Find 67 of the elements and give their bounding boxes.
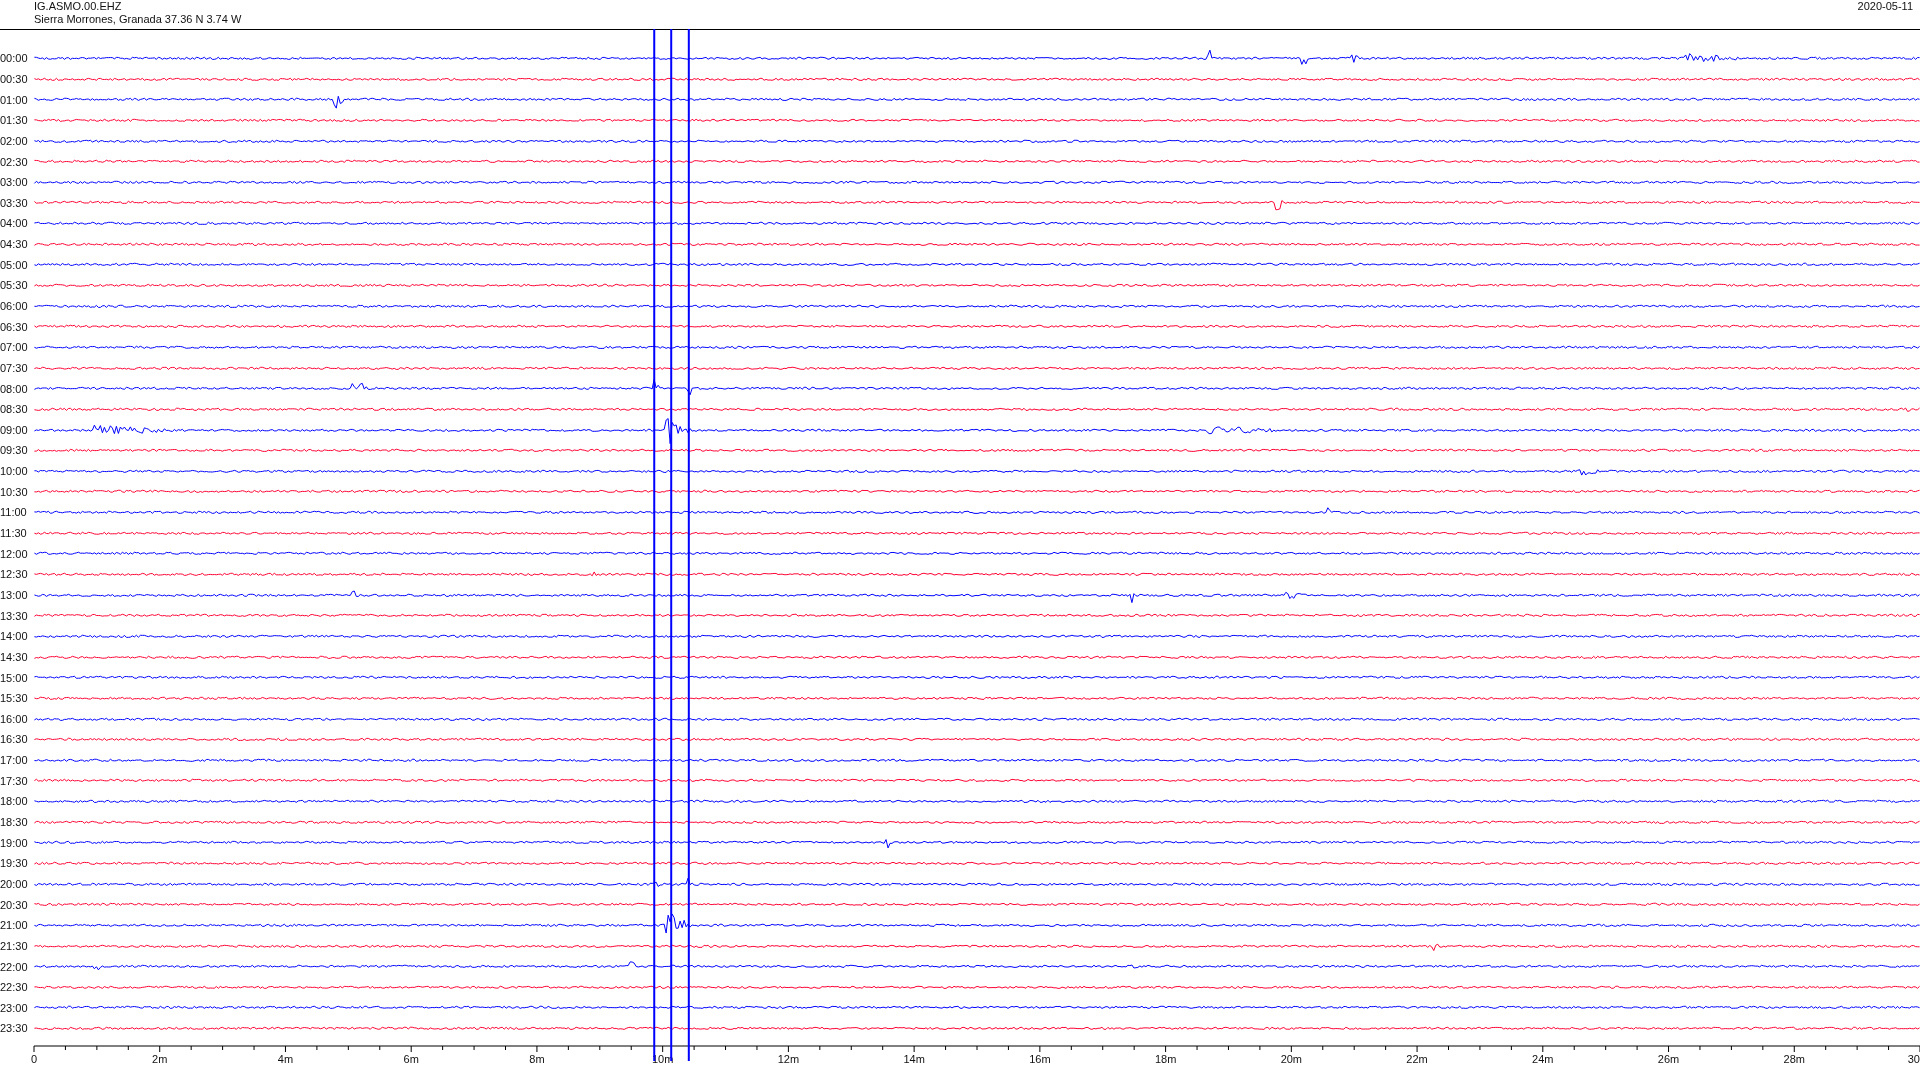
time-label: 17:00 bbox=[0, 754, 29, 767]
time-label: 07:00 bbox=[0, 341, 29, 354]
time-label: 14:30 bbox=[0, 650, 29, 663]
time-label: 16:00 bbox=[0, 712, 29, 725]
time-label: 19:00 bbox=[0, 836, 29, 849]
time-label: 03:00 bbox=[0, 176, 29, 189]
axis-label: 16m bbox=[1029, 1052, 1051, 1065]
time-label: 12:00 bbox=[0, 547, 29, 560]
time-label: 15:30 bbox=[0, 692, 29, 705]
time-label: 14:00 bbox=[0, 630, 29, 643]
axis-label: 8m bbox=[529, 1052, 545, 1065]
time-label: 22:00 bbox=[0, 960, 29, 973]
time-label: 22:30 bbox=[0, 981, 29, 994]
channel-name: IG.ASMO.00.EHZ bbox=[34, 0, 123, 13]
station-location: Sierra Morrones, Granada 37.36 N 3.74 W bbox=[34, 13, 242, 26]
axis-label: 0 bbox=[30, 1052, 38, 1065]
axis-label: 6m bbox=[403, 1052, 419, 1065]
axis-label: 18m bbox=[1154, 1052, 1177, 1065]
time-label: 04:00 bbox=[0, 217, 29, 230]
axis-label: 20m bbox=[1280, 1052, 1303, 1065]
axis-label: 2m bbox=[152, 1052, 168, 1065]
axis-label: 12m bbox=[777, 1052, 800, 1065]
time-label: 00:00 bbox=[0, 52, 29, 65]
time-label: 05:00 bbox=[0, 258, 29, 271]
axis-label: 26m bbox=[1657, 1052, 1680, 1065]
time-label: 15:00 bbox=[0, 671, 29, 684]
record-date: 2020-05-11 bbox=[1857, 0, 1913, 14]
time-label: 08:00 bbox=[0, 382, 29, 395]
time-label: 09:00 bbox=[0, 423, 29, 436]
time-label: 19:30 bbox=[0, 857, 29, 870]
time-label: 11:00 bbox=[0, 506, 28, 519]
time-label: 20:00 bbox=[0, 877, 29, 890]
axis-label: 28m bbox=[1783, 1052, 1805, 1065]
time-label: 02:30 bbox=[0, 155, 29, 168]
time-label: 00:30 bbox=[0, 72, 29, 85]
axis-label: 30 bbox=[1907, 1052, 1920, 1065]
time-label: 06:30 bbox=[0, 320, 29, 333]
time-label: 07:30 bbox=[0, 361, 29, 374]
time-label: 03:30 bbox=[0, 196, 29, 209]
time-label: 18:00 bbox=[0, 795, 29, 808]
axis-label: 4m bbox=[277, 1052, 294, 1065]
axis-label: 24m bbox=[1532, 1052, 1554, 1065]
time-label: 04:30 bbox=[0, 238, 29, 251]
time-label: 09:30 bbox=[0, 444, 29, 457]
axis-label: 10m bbox=[651, 1052, 674, 1065]
time-label: 20:30 bbox=[0, 898, 29, 911]
time-label: 13:30 bbox=[0, 609, 29, 622]
time-label: 06:00 bbox=[0, 300, 29, 312]
time-label: 13:00 bbox=[0, 588, 29, 601]
time-label: 23:00 bbox=[0, 1001, 29, 1014]
time-label: 01:30 bbox=[0, 114, 29, 127]
time-label: 12:30 bbox=[0, 568, 29, 581]
axis-label: 22m bbox=[1406, 1052, 1428, 1065]
time-label: 10:00 bbox=[0, 465, 29, 478]
time-label: 11:30 bbox=[0, 527, 28, 540]
time-label: 08:30 bbox=[0, 403, 29, 416]
time-label: 21:30 bbox=[0, 939, 29, 952]
time-label: 02:00 bbox=[0, 134, 29, 147]
time-label: 01:00 bbox=[0, 93, 29, 106]
time-label: 17:30 bbox=[0, 774, 29, 787]
time-label: 16:30 bbox=[0, 733, 29, 746]
axis-label: 14m bbox=[903, 1052, 925, 1065]
time-label: 18:30 bbox=[0, 816, 29, 828]
time-label: 21:00 bbox=[0, 919, 29, 932]
time-label: 05:30 bbox=[0, 279, 29, 292]
time-label: 23:30 bbox=[0, 1022, 29, 1035]
time-label: 10:30 bbox=[0, 485, 29, 498]
